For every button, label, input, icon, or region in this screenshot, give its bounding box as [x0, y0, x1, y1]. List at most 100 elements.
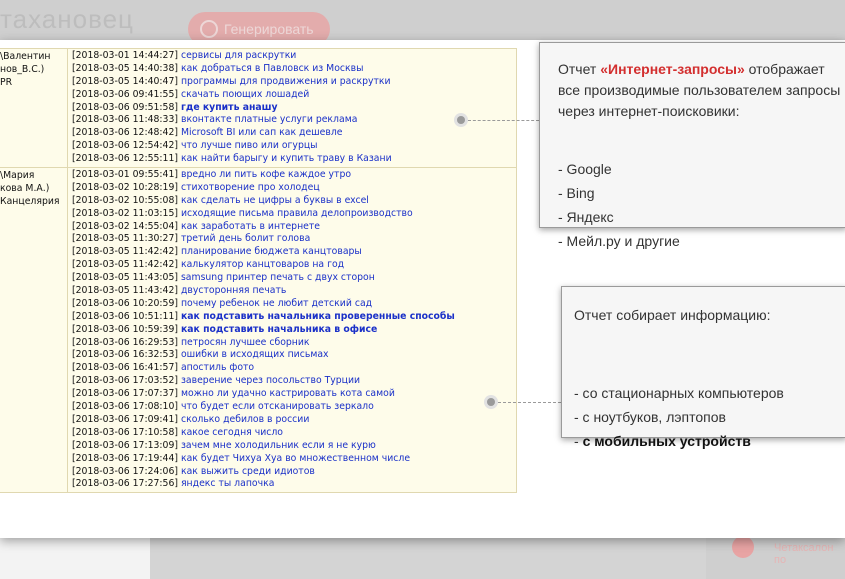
- query-row: [2018-03-05 11:42:42] планирование бюдже…: [72, 246, 516, 259]
- query-timestamp: [2018-03-06 12:55:11]: [72, 153, 178, 165]
- query-row: [2018-03-06 17:19:44] как будет Чихуа Ху…: [72, 453, 516, 466]
- callout1-item: - Google: [558, 161, 612, 177]
- user-line: \Валентин: [0, 51, 51, 62]
- query-row: [2018-03-06 11:48:33] вконтакте платные …: [72, 114, 516, 127]
- query-timestamp: [2018-03-06 17:07:37]: [72, 388, 178, 400]
- user-line: \Мария: [0, 170, 35, 182]
- callout1-item: - Мейл.ру и другие: [558, 233, 680, 249]
- query-row: [2018-03-06 17:03:52] заверение через по…: [72, 375, 516, 388]
- query-timestamp: [2018-03-02 11:03:15]: [72, 207, 178, 219]
- callout1-item: - Bing: [558, 185, 595, 201]
- query-row: [2018-03-06 16:41:57] апостиль фото: [72, 362, 516, 375]
- query-timestamp: [2018-03-05 11:42:42]: [72, 259, 178, 271]
- query-row: [2018-03-06 17:27:56] яндекс ты лапочка: [72, 478, 516, 491]
- query-row: [2018-03-06 17:07:37] можно ли удачно ка…: [72, 388, 516, 401]
- query-timestamp: [2018-03-02 14:55:04]: [72, 220, 178, 232]
- query-text: как найти барыгу и купить траву в Казани: [180, 153, 392, 165]
- query-row: [2018-03-06 17:24:06] как выжить среди и…: [72, 466, 516, 479]
- query-text: сервисы для раскрутки: [180, 50, 297, 61]
- query-row: [2018-03-06 12:48:42] Microsoft BI или с…: [72, 127, 516, 140]
- query-text: зачем мне холодильник если я не курю: [180, 439, 376, 451]
- query-timestamp: [2018-03-05 11:42:42]: [72, 246, 178, 258]
- query-rows: [2018-03-01 09:55:41] вредно ли пить коф…: [68, 168, 516, 493]
- query-row: [2018-03-06 09:41:55] скачать поющих лош…: [72, 89, 516, 102]
- query-row: [2018-03-02 10:55:08] как сделать не циф…: [72, 195, 516, 208]
- user-group-2: \Мария кова М.А.) Канцелярия [2018-03-01…: [0, 168, 516, 493]
- query-timestamp: [2018-03-06 09:51:58]: [72, 101, 178, 113]
- callout-device-sources: Отчет собирает информацию: - со стациона…: [561, 286, 845, 449]
- query-text: ошибки в исходящих письмах: [180, 349, 329, 361]
- query-text: Microsoft BI или сап как дешевле: [180, 127, 343, 139]
- background-button-label: Генерировать: [224, 21, 314, 37]
- query-row: [2018-03-01 14:44:27] сервисы для раскру…: [72, 50, 516, 63]
- query-timestamp: [2018-03-02 10:28:19]: [72, 181, 178, 193]
- query-row: [2018-03-05 14:40:47] программы для прод…: [72, 76, 516, 89]
- query-text: скачать поющих лошадей: [180, 88, 310, 100]
- query-timestamp: [2018-03-06 17:27:56]: [72, 478, 178, 490]
- query-row: [2018-03-06 12:55:11] как найти барыгу и…: [72, 153, 516, 166]
- callout1-item: - Яндекс: [558, 209, 614, 225]
- query-timestamp: [2018-03-01 09:55:41]: [72, 169, 178, 181]
- query-row: [2018-03-05 14:40:38] как добраться в Па…: [72, 63, 516, 76]
- query-text: как подставить начальника в офисе: [180, 323, 378, 335]
- query-timestamp: [2018-03-06 12:54:42]: [72, 140, 178, 152]
- query-text: петросян лучшее сборник: [180, 336, 310, 348]
- callout1-accent: «Интернет-запросы»: [600, 61, 745, 77]
- query-row: [2018-03-02 11:03:15] исходящие письма п…: [72, 208, 516, 221]
- query-text: апостиль фото: [180, 362, 255, 374]
- query-row: [2018-03-06 10:20:59] почему ребенок не …: [72, 298, 516, 311]
- search-query-log: \Валентин нов_В.С.) PR [2018-03-01 14:44…: [0, 48, 517, 494]
- connector-node-1: [457, 116, 465, 124]
- query-row: [2018-03-05 11:43:05] samsung принтер пе…: [72, 272, 516, 285]
- query-timestamp: [2018-03-05 11:30:27]: [72, 233, 178, 245]
- query-text: калькулятор канцтоваров на год: [180, 259, 345, 271]
- query-text: яндекс ты лапочка: [180, 478, 275, 490]
- query-timestamp: [2018-03-06 16:29:53]: [72, 336, 178, 348]
- query-text: сколько дебилов в россии: [180, 413, 310, 425]
- query-timestamp: [2018-03-05 14:40:38]: [72, 62, 178, 74]
- query-timestamp: [2018-03-06 10:59:39]: [72, 323, 178, 335]
- query-text: стихотворение про холодец: [180, 181, 320, 193]
- user-group-1: \Валентин нов_В.С.) PR [2018-03-01 14:44…: [0, 49, 516, 169]
- query-text: можно ли удачно кастрировать кота самой: [180, 388, 395, 400]
- query-timestamp: [2018-03-06 09:41:55]: [72, 88, 178, 100]
- query-timestamp: [2018-03-06 16:32:53]: [72, 349, 178, 361]
- query-timestamp: [2018-03-06 16:41:57]: [72, 362, 178, 374]
- user-line: Канцелярия: [0, 195, 60, 207]
- background-brand: тахановец: [0, 4, 134, 34]
- query-timestamp: [2018-03-06 12:48:42]: [72, 127, 178, 139]
- callout1-intro: Отчет «Интернет-запросы» отображает все …: [558, 59, 843, 122]
- query-row: [2018-03-06 17:10:58] какое сегодня числ…: [72, 427, 516, 440]
- query-text: почему ребенок не любит детский сад: [180, 297, 373, 309]
- query-row: [2018-03-06 17:08:10] что будет если отс…: [72, 401, 516, 414]
- query-text: двусторонняя печать: [180, 285, 287, 297]
- query-row: [2018-03-06 10:59:39] как подставить нач…: [72, 324, 516, 337]
- query-text: исходящие письма правила делопроизводств…: [180, 207, 413, 219]
- query-text: как сделать не цифры а буквы в excel: [180, 194, 369, 206]
- query-text: что лучше пиво или огурцы: [180, 140, 318, 152]
- query-text: как будет Чихуа Хуа во множественном чис…: [180, 452, 411, 464]
- user-line: нов_В.С.): [0, 63, 45, 75]
- query-timestamp: [2018-03-05 11:43:42]: [72, 285, 178, 297]
- query-row: [2018-03-06 09:51:58] где купить анашу: [72, 102, 516, 115]
- callout2-last-prefix: -: [574, 433, 583, 449]
- query-text: вредно ли пить кофе каждое утро: [180, 169, 352, 181]
- query-rows: [2018-03-01 14:44:27] сервисы для раскру…: [68, 49, 516, 168]
- query-text: как заработать в интернете: [180, 220, 320, 232]
- query-text: планирование бюджета канцтовары: [180, 246, 362, 258]
- query-text: какое сегодня число: [180, 426, 283, 438]
- query-row: [2018-03-02 10:28:19] стихотворение про …: [72, 182, 516, 195]
- query-row: [2018-03-06 17:13:09] зачем мне холодиль…: [72, 440, 516, 453]
- connector-line-1: [468, 120, 539, 121]
- query-text: заверение через посольство Турции: [180, 375, 361, 387]
- query-text: вконтакте платные услуги реклама: [180, 114, 358, 126]
- query-row: [2018-03-05 11:30:27] третий день болит …: [72, 233, 516, 246]
- query-timestamp: [2018-03-05 14:40:47]: [72, 75, 178, 87]
- query-row: [2018-03-06 12:54:42] что лучше пиво или…: [72, 140, 516, 153]
- query-timestamp: [2018-03-06 11:48:33]: [72, 114, 178, 126]
- user-line: кова М.А.): [0, 182, 50, 194]
- user-line: PR: [0, 76, 13, 88]
- query-timestamp: [2018-03-02 10:55:08]: [72, 194, 178, 206]
- query-timestamp: [2018-03-05 11:43:05]: [72, 272, 178, 284]
- background-bottom-label: Четаксалон по: [774, 542, 834, 566]
